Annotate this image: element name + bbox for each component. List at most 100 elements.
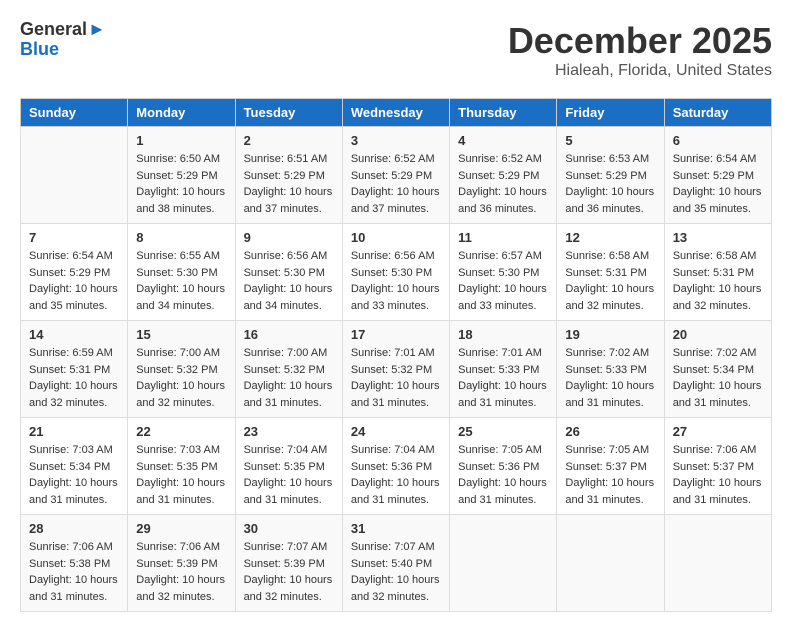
day-number: 17 [351,327,441,342]
calendar-cell: 16 Sunrise: 7:00 AMSunset: 5:32 PMDayligh… [235,321,342,418]
day-number: 16 [244,327,334,342]
calendar-cell: 29 Sunrise: 7:06 AMSunset: 5:39 PMDayligh… [128,515,235,612]
calendar-cell [557,515,664,612]
day-number: 31 [351,521,441,536]
day-info: Sunrise: 6:54 AMSunset: 5:29 PMDaylight:… [29,248,119,314]
calendar-cell: 4 Sunrise: 6:52 AMSunset: 5:29 PMDaylight… [450,127,557,224]
calendar-cell: 22Sunrise: 7:03 AMSunset: 5:35 PMDayligh… [128,418,235,515]
day-info: Sunrise: 7:05 AMSunset: 5:37 PMDaylight:… [565,442,655,508]
calendar-cell: 31 Sunrise: 7:07 AMSunset: 5:40 PMDayligh… [342,515,449,612]
calendar-cell: 12Sunrise: 6:58 AMSunset: 5:31 PMDayligh… [557,224,664,321]
day-number: 13 [673,230,763,245]
calendar-cell: 14 Sunrise: 6:59 AMSunset: 5:31 PMDayligh… [21,321,128,418]
day-number: 19 [565,327,655,342]
day-info: Sunrise: 7:06 AMSunset: 5:39 PMDaylight:… [136,539,226,605]
calendar-cell: 5 Sunrise: 6:53 AMSunset: 5:29 PMDaylight… [557,127,664,224]
day-info: Sunrise: 7:03 AMSunset: 5:34 PMDaylight:… [29,442,119,508]
day-number: 21 [29,424,119,439]
day-number: 14 [29,327,119,342]
logo-blue: Blue [20,40,106,60]
day-info: Sunrise: 6:55 AMSunset: 5:30 PMDaylight:… [136,248,226,314]
calendar-cell: 17 Sunrise: 7:01 AMSunset: 5:32 PMDayligh… [342,321,449,418]
day-info: Sunrise: 7:06 AMSunset: 5:37 PMDaylight:… [673,442,763,508]
day-info: Sunrise: 7:00 AMSunset: 5:32 PMDaylight:… [136,345,226,411]
day-number: 5 [565,133,655,148]
logo-general: General [20,20,87,40]
calendar-cell: 23Sunrise: 7:04 AMSunset: 5:35 PMDayligh… [235,418,342,515]
calendar-cell: 3Sunrise: 6:52 AMSunset: 5:29 PMDaylight… [342,127,449,224]
page-header: December 2025 Hialeah, Florida, United S… [508,20,772,80]
day-info: Sunrise: 6:53 AMSunset: 5:29 PMDaylight:… [565,151,655,217]
calendar-cell: 19 Sunrise: 7:02 AMSunset: 5:33 PMDayligh… [557,321,664,418]
calendar-cell: 28Sunrise: 7:06 AMSunset: 5:38 PMDayligh… [21,515,128,612]
calendar-cell: 21 Sunrise: 7:03 AMSunset: 5:34 PMDayligh… [21,418,128,515]
calendar-cell: 24Sunrise: 7:04 AMSunset: 5:36 PMDayligh… [342,418,449,515]
calendar-cell: 25Sunrise: 7:05 AMSunset: 5:36 PMDayligh… [450,418,557,515]
day-number: 25 [458,424,548,439]
day-info: Sunrise: 7:02 AMSunset: 5:33 PMDaylight:… [565,345,655,411]
calendar-cell: 8 Sunrise: 6:55 AMSunset: 5:30 PMDaylight… [128,224,235,321]
calendar-week-row: 21 Sunrise: 7:03 AMSunset: 5:34 PMDayligh… [21,418,772,515]
day-info: Sunrise: 6:58 AMSunset: 5:31 PMDaylight:… [565,248,655,314]
day-info: Sunrise: 6:56 AMSunset: 5:30 PMDaylight:… [244,248,334,314]
day-info: Sunrise: 6:56 AMSunset: 5:30 PMDaylight:… [351,248,441,314]
calendar-header: SundayMondayTuesdayWednesdayThursdayFrid… [21,99,772,127]
calendar-cell: 11 Sunrise: 6:57 AMSunset: 5:30 PMDayligh… [450,224,557,321]
logo-arrow-icon: ► [88,20,106,40]
page-title: December 2025 [508,20,772,62]
day-info: Sunrise: 7:00 AMSunset: 5:32 PMDaylight:… [244,345,334,411]
day-number: 6 [673,133,763,148]
calendar-cell: 9Sunrise: 6:56 AMSunset: 5:30 PMDaylight… [235,224,342,321]
weekday-header: Friday [557,99,664,127]
calendar-cell [450,515,557,612]
day-number: 1 [136,133,226,148]
calendar-cell: 18 Sunrise: 7:01 AMSunset: 5:33 PMDayligh… [450,321,557,418]
calendar-cell: 7Sunrise: 6:54 AMSunset: 5:29 PMDaylight… [21,224,128,321]
day-info: Sunrise: 6:58 AMSunset: 5:31 PMDaylight:… [673,248,763,314]
day-info: Sunrise: 7:07 AMSunset: 5:39 PMDaylight:… [244,539,334,605]
calendar-cell: 20Sunrise: 7:02 AMSunset: 5:34 PMDayligh… [664,321,771,418]
logo: General ► Blue [20,20,106,60]
day-number: 8 [136,230,226,245]
calendar-cell: 10 Sunrise: 6:56 AMSunset: 5:30 PMDayligh… [342,224,449,321]
day-info: Sunrise: 6:59 AMSunset: 5:31 PMDaylight:… [29,345,119,411]
day-number: 11 [458,230,548,245]
day-number: 24 [351,424,441,439]
day-info: Sunrise: 7:06 AMSunset: 5:38 PMDaylight:… [29,539,119,605]
calendar-week-row: 7Sunrise: 6:54 AMSunset: 5:29 PMDaylight… [21,224,772,321]
day-number: 29 [136,521,226,536]
day-number: 22 [136,424,226,439]
calendar-cell: 30 Sunrise: 7:07 AMSunset: 5:39 PMDayligh… [235,515,342,612]
day-info: Sunrise: 7:01 AMSunset: 5:32 PMDaylight:… [351,345,441,411]
calendar-cell: 26Sunrise: 7:05 AMSunset: 5:37 PMDayligh… [557,418,664,515]
day-number: 15 [136,327,226,342]
day-info: Sunrise: 7:07 AMSunset: 5:40 PMDaylight:… [351,539,441,605]
day-info: Sunrise: 6:57 AMSunset: 5:30 PMDaylight:… [458,248,548,314]
day-number: 10 [351,230,441,245]
day-info: Sunrise: 6:50 AMSunset: 5:29 PMDaylight:… [136,151,226,217]
calendar-week-row: 14 Sunrise: 6:59 AMSunset: 5:31 PMDayligh… [21,321,772,418]
day-number: 27 [673,424,763,439]
weekday-header: Wednesday [342,99,449,127]
day-info: Sunrise: 7:02 AMSunset: 5:34 PMDaylight:… [673,345,763,411]
day-number: 18 [458,327,548,342]
calendar-cell [664,515,771,612]
day-info: Sunrise: 6:52 AMSunset: 5:29 PMDaylight:… [351,151,441,217]
day-number: 30 [244,521,334,536]
weekday-header: Sunday [21,99,128,127]
day-info: Sunrise: 7:04 AMSunset: 5:35 PMDaylight:… [244,442,334,508]
calendar-week-row: 1 Sunrise: 6:50 AMSunset: 5:29 PMDaylight… [21,127,772,224]
page-subtitle: Hialeah, Florida, United States [508,62,772,80]
day-number: 4 [458,133,548,148]
day-info: Sunrise: 6:52 AMSunset: 5:29 PMDaylight:… [458,151,548,217]
calendar-cell: 13 Sunrise: 6:58 AMSunset: 5:31 PMDayligh… [664,224,771,321]
day-info: Sunrise: 7:01 AMSunset: 5:33 PMDaylight:… [458,345,548,411]
calendar-table: SundayMondayTuesdayWednesdayThursdayFrid… [20,98,772,612]
day-number: 2 [244,133,334,148]
weekday-header: Thursday [450,99,557,127]
calendar-cell: 15 Sunrise: 7:00 AMSunset: 5:32 PMDayligh… [128,321,235,418]
calendar-cell: 27 Sunrise: 7:06 AMSunset: 5:37 PMDayligh… [664,418,771,515]
calendar-week-row: 28Sunrise: 7:06 AMSunset: 5:38 PMDayligh… [21,515,772,612]
calendar-cell: 1 Sunrise: 6:50 AMSunset: 5:29 PMDaylight… [128,127,235,224]
weekday-header: Monday [128,99,235,127]
